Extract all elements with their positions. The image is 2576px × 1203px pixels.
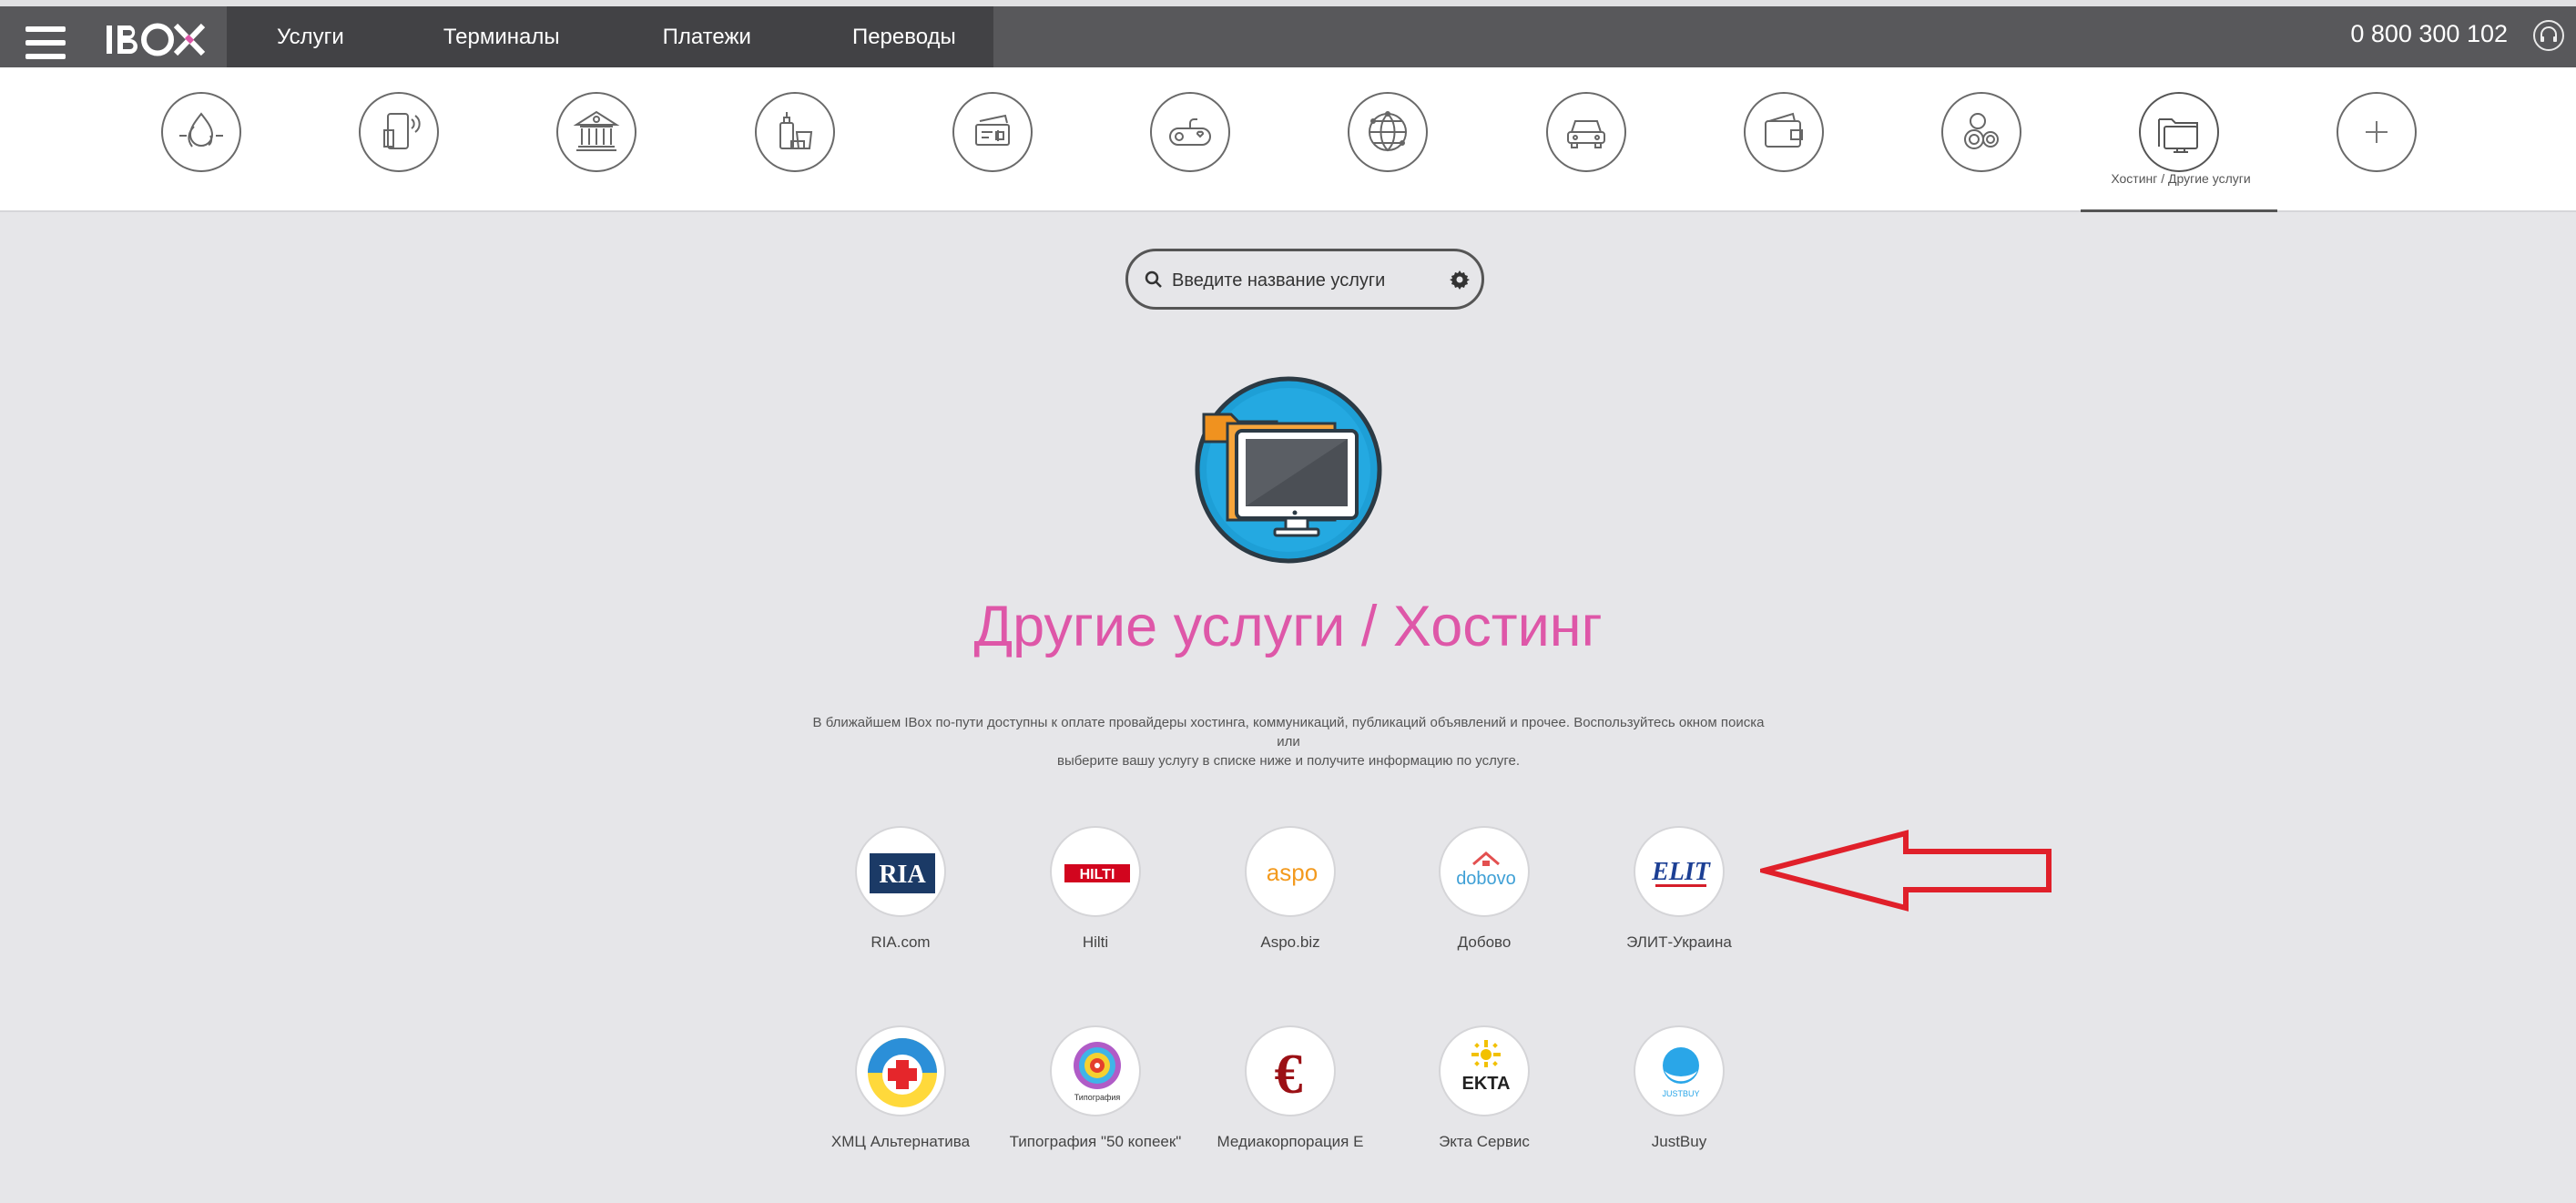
ekta-logo[interactable]: EKTA <box>1439 1025 1530 1116</box>
active-category-underline <box>2081 209 2277 212</box>
provider-name: Медиакорпорация Е <box>1217 1133 1364 1150</box>
nav-transfers[interactable]: Переводы <box>852 6 956 67</box>
provider-name: JustBuy <box>1651 1133 1707 1150</box>
support-headset-icon[interactable] <box>2533 20 2564 51</box>
gear-icon[interactable] <box>1449 269 1471 291</box>
svg-text:dobovo: dobovo <box>1456 869 1516 889</box>
category-bank[interactable] <box>556 92 636 172</box>
phone-number[interactable]: 0 800 300 102 <box>2350 6 2508 61</box>
provider-name: Hilti <box>1082 933 1109 951</box>
hosting-hero-icon <box>1195 376 1382 564</box>
provider-name: RIA.com <box>871 933 931 951</box>
tipografiya-logo[interactable]: Типография <box>1050 1025 1141 1116</box>
folder-monitor-icon <box>2158 118 2198 153</box>
search-box <box>1125 249 1484 310</box>
svg-text:Типография: Типография <box>1074 1093 1121 1102</box>
hmc-logo[interactable] <box>855 1025 946 1116</box>
ria-logo[interactable]: RIA <box>855 826 946 917</box>
category-coins[interactable] <box>1941 92 2021 172</box>
red-arrow-annotation <box>1760 830 2052 912</box>
provider-name: ХМЦ Альтернатива <box>830 1133 971 1150</box>
category-auto[interactable] <box>1546 92 1626 172</box>
category-hosting[interactable] <box>2139 92 2219 172</box>
svg-text:RIA: RIA <box>879 861 926 889</box>
svg-text:EKTA: EKTA <box>1462 1074 1511 1094</box>
nav-terminals[interactable]: Терминалы <box>443 6 560 67</box>
tickets-icon <box>975 114 1010 146</box>
nav-services[interactable]: Услуги <box>277 6 344 67</box>
search-input[interactable] <box>1170 262 1438 299</box>
search-icon <box>1145 270 1162 288</box>
provider-name: Типография "50 копеек" <box>1009 1133 1182 1150</box>
category-add[interactable] <box>2337 92 2417 172</box>
utilities-icon <box>179 112 223 148</box>
justbuy-logo[interactable]: JUSTBUY <box>1634 1025 1725 1116</box>
category-utilities[interactable] <box>161 92 241 172</box>
car-icon <box>1567 120 1605 148</box>
bank-icon <box>573 110 620 151</box>
page-title: Другие услуги / Хостинг <box>973 595 1603 658</box>
plus-icon <box>2366 121 2388 143</box>
category-tickets[interactable] <box>952 92 1033 172</box>
hilti-logo[interactable]: HILTI <box>1050 826 1141 917</box>
provider-name: Aspo.biz <box>1260 933 1320 951</box>
page-description: В ближайшем IBox по-пути доступны к опла… <box>812 715 1765 769</box>
svg-text:aspo: aspo <box>1267 859 1318 886</box>
ibox-logo[interactable] <box>105 17 207 63</box>
cosmetics-icon <box>779 112 813 149</box>
main-nav: Услуги Терминалы Платежи Переводы <box>227 6 993 67</box>
coins-icon <box>1964 113 1999 149</box>
svg-text:€: € <box>1275 1044 1303 1106</box>
nav-payments[interactable]: Платежи <box>663 6 751 67</box>
mobile-icon <box>383 113 421 149</box>
category-mobile[interactable] <box>359 92 439 172</box>
svg-text:ELIT: ELIT <box>1651 858 1712 886</box>
menu-icon[interactable] <box>25 26 66 59</box>
games-icon <box>1169 118 1211 146</box>
provider-name: Добово <box>1457 933 1512 951</box>
category-internet[interactable] <box>1348 92 1428 172</box>
provider-name: ЭЛИТ-Украина <box>1626 933 1732 951</box>
svg-text:JUSTBUY: JUSTBUY <box>1662 1089 1699 1098</box>
provider-name: Экта Сервис <box>1439 1133 1530 1150</box>
category-cosmetics[interactable] <box>755 92 835 172</box>
category-bar: Хостинг / Другие услуги <box>0 67 2576 212</box>
aspo-logo[interactable]: aspo <box>1245 826 1336 917</box>
top-strip <box>0 0 2576 6</box>
dobovo-logo[interactable]: dobovo <box>1439 826 1530 917</box>
mediakorp-logo[interactable]: € <box>1245 1025 1336 1116</box>
wallet-icon <box>1765 112 1803 148</box>
elit-logo[interactable]: ELIT <box>1634 826 1725 917</box>
internet-icon <box>1369 111 1407 152</box>
category-wallet[interactable] <box>1744 92 1824 172</box>
svg-text:HILTI: HILTI <box>1080 867 1115 882</box>
category-games[interactable] <box>1150 92 1230 172</box>
top-bar: Услуги Терминалы Платежи Переводы 0 800 … <box>0 6 2576 67</box>
active-category-label: Хостинг / Другие услуги <box>2111 171 2251 186</box>
